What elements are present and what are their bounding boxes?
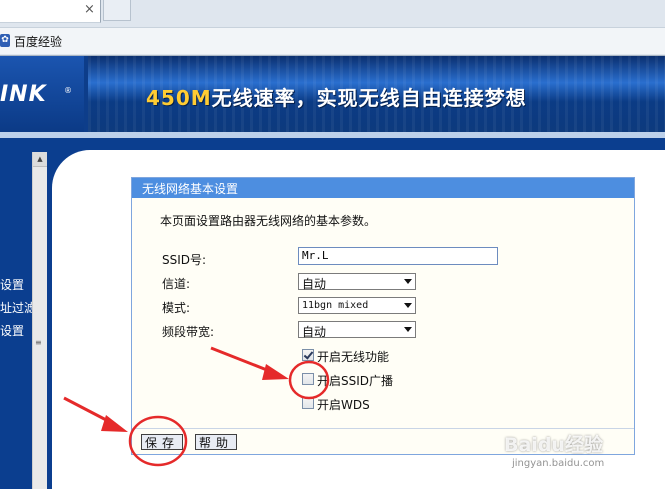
mode-label: 模式:: [162, 301, 191, 315]
save-button[interactable]: 保存: [141, 434, 183, 450]
watermark-url: jingyan.baidu.com: [512, 458, 605, 469]
favorite-baidu-jingyan[interactable]: 百度经验: [14, 33, 62, 50]
bandwidth-value: 自动: [302, 325, 327, 339]
panel-title: 无线网络基本设置: [142, 182, 239, 196]
panel-description: 本页面设置路由器无线网络的基本参数。: [160, 214, 377, 228]
close-tab-icon[interactable]: ×: [84, 3, 95, 17]
panel-divider: [132, 428, 634, 429]
panel-header: 无线网络基本设置: [132, 178, 634, 198]
menu-item-settings[interactable]: 设置: [0, 276, 24, 293]
bandwidth-label: 频段带宽:: [162, 325, 215, 339]
banner-slogan: 450M无线速率，实现无线自由连接梦想: [146, 86, 527, 110]
browser-tab[interactable]: ×: [0, 0, 101, 23]
bandwidth-select[interactable]: 自动: [298, 321, 416, 339]
dropdown-arrow-icon: [404, 303, 412, 308]
new-tab-button[interactable]: [103, 0, 131, 21]
channel-value: 自动: [302, 277, 327, 291]
menu-scrollbar[interactable]: ▲ ≡: [32, 152, 47, 489]
dropdown-arrow-icon: [404, 279, 412, 284]
enable-ssid-broadcast-label: 开启SSID广播: [317, 374, 394, 388]
channel-select[interactable]: 自动: [298, 273, 416, 291]
enable-wds-checkbox[interactable]: [302, 397, 314, 409]
enable-wds-label: 开启WDS: [317, 398, 370, 412]
scroll-grip-icon[interactable]: ≡: [35, 338, 44, 348]
menu-item-address-filter[interactable]: 址过滤: [0, 299, 36, 316]
browser-chrome: × ✿ 百度经验: [0, 0, 665, 56]
logo-text: INK: [0, 82, 47, 107]
mode-value: 11bgn mixed: [302, 300, 369, 311]
mode-select[interactable]: 11bgn mixed: [298, 297, 416, 314]
tplink-logo: INK ®: [0, 56, 84, 132]
enable-wireless-label: 开启无线功能: [317, 350, 390, 364]
wireless-basic-settings-panel: 无线网络基本设置 本页面设置路由器无线网络的基本参数。 SSID号: Mr.L …: [131, 177, 635, 455]
ssid-input[interactable]: Mr.L: [298, 247, 498, 265]
help-button[interactable]: 帮助: [195, 434, 237, 450]
enable-wireless-checkbox[interactable]: [302, 349, 314, 361]
ssid-label: SSID号:: [162, 253, 207, 267]
menu-item-settings-2[interactable]: 设置: [0, 322, 24, 339]
favorites-bar: ✿ 百度经验: [0, 27, 665, 54]
enable-ssid-broadcast-checkbox[interactable]: [302, 373, 314, 385]
baidu-paw-icon: ✿: [0, 34, 10, 47]
baidu-watermark: Baidu经验: [504, 434, 603, 456]
registered-icon: ®: [64, 86, 72, 95]
dropdown-arrow-icon: [404, 327, 412, 332]
channel-label: 信道:: [162, 277, 191, 291]
scroll-up-arrow-icon[interactable]: ▲: [33, 152, 47, 167]
